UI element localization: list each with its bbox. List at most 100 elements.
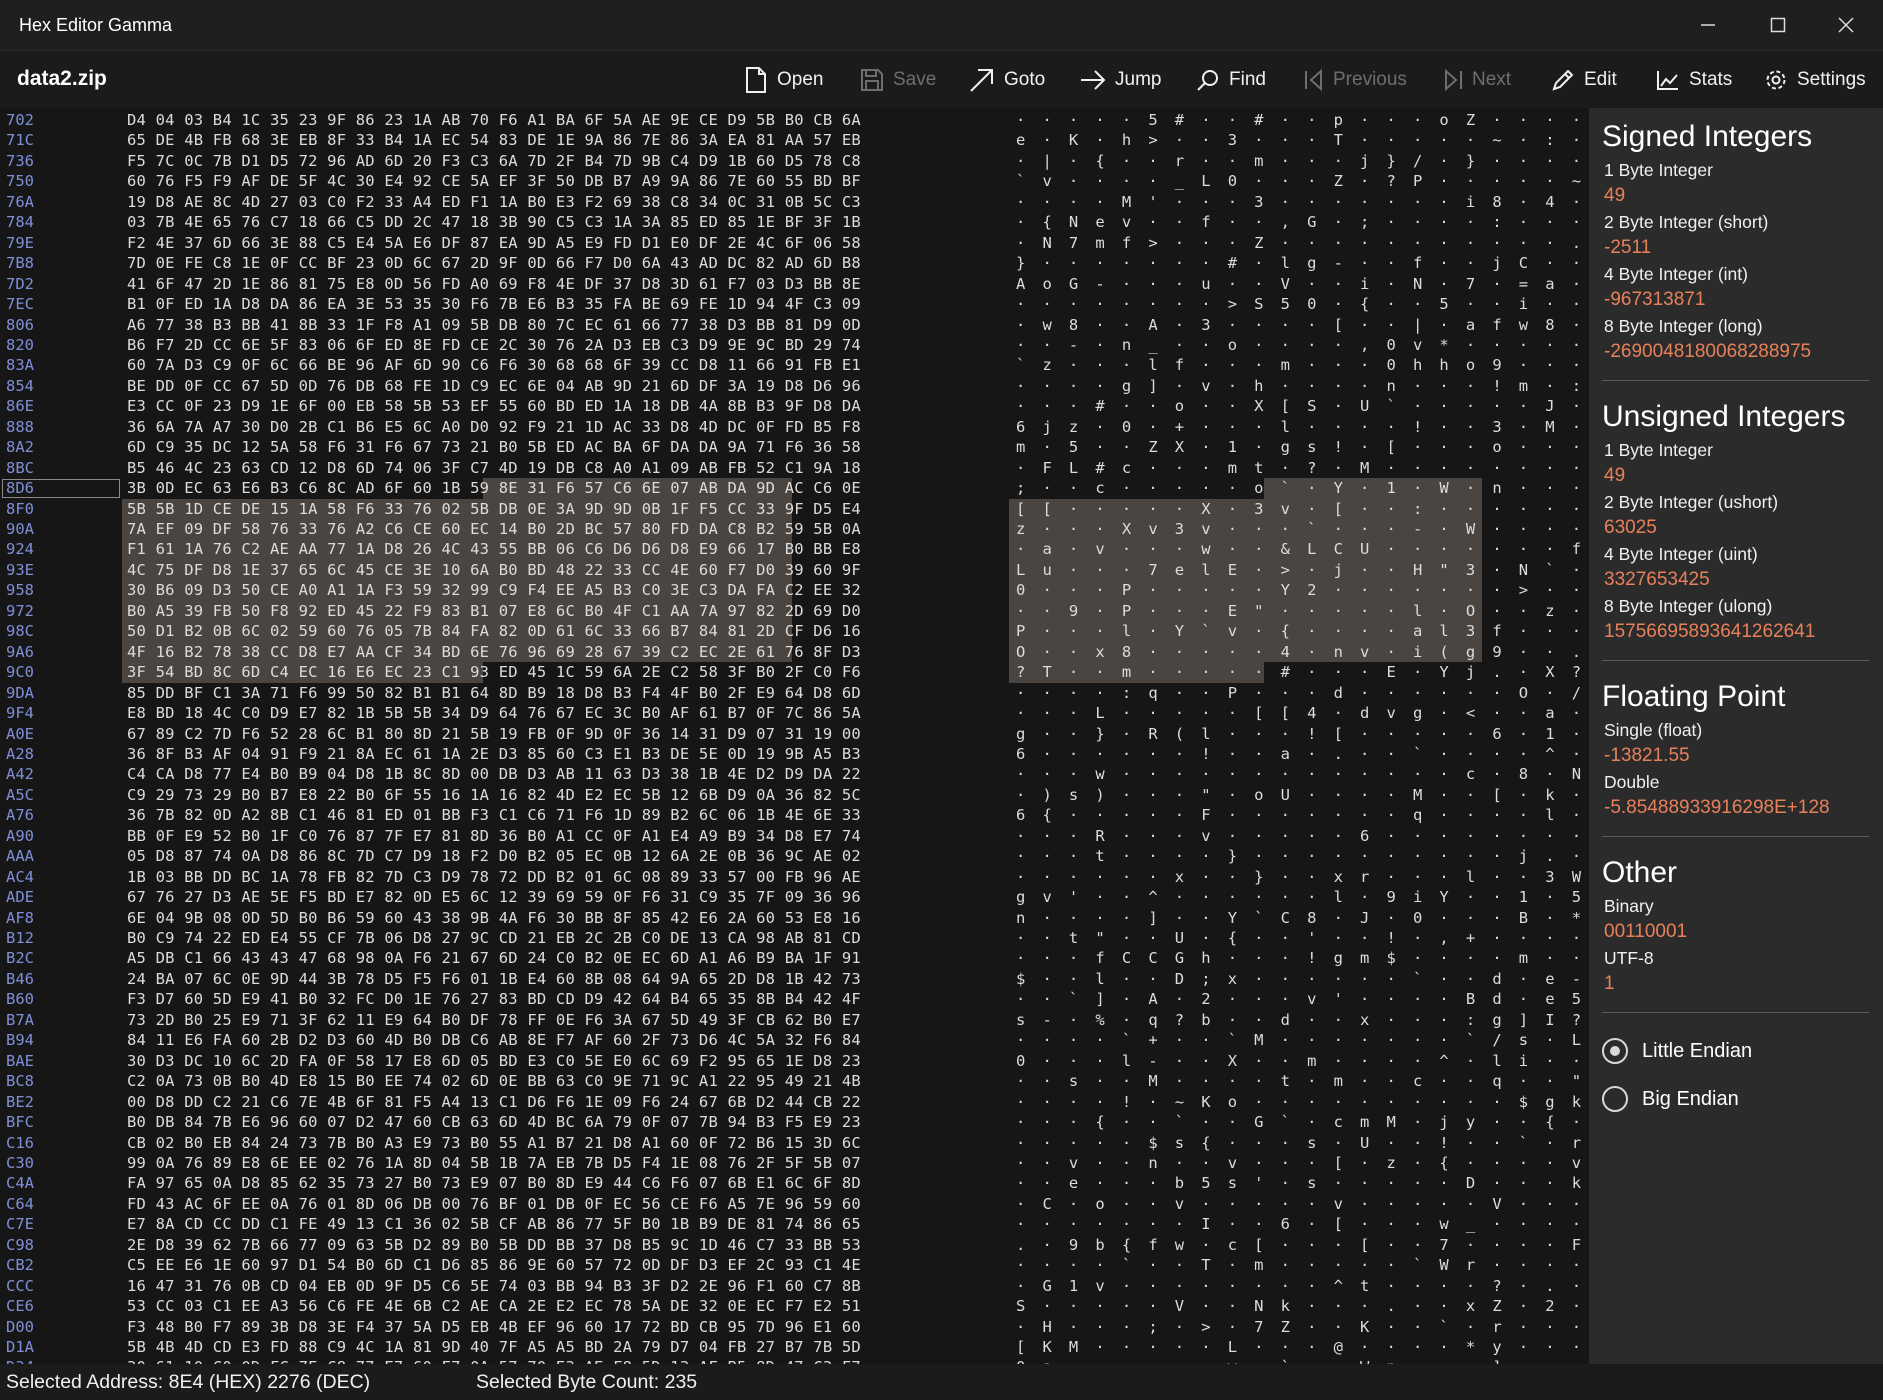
row-hex-bytes[interactable]: 4F 16 B2 78 38 CC D8 E7 AA CF 34 BD 6E 7… (127, 643, 861, 661)
row-ascii-text[interactable]: · · · · M ' · · · 3 · · · · · · · i 8 · … (1016, 193, 1589, 211)
row-ascii-text[interactable]: · · · f C C G h · · · ! g m $ · · · · m … (1016, 949, 1589, 967)
utf8-value[interactable]: 1 (1604, 973, 1615, 995)
next-button[interactable]: Next (1443, 64, 1511, 96)
row-hex-bytes[interactable]: 84 11 E6 FA 60 2B D2 D3 60 4D B0 DB C6 A… (127, 1031, 861, 1049)
jump-button[interactable]: Jump (1080, 64, 1161, 96)
hex-row[interactable]: CE6 53 CC 03 C1 EE A3 56 C6 FE 4E 6B C2 A… (0, 1296, 1589, 1317)
row-hex-bytes[interactable]: E3 CC 0F 23 D9 1E 6F 00 EB 58 5B 53 EF 5… (127, 397, 861, 415)
row-ascii-text[interactable]: s - · % · q ? b · · d · · x · · · : g ] … (1016, 1011, 1589, 1029)
hex-row[interactable]: A76 36 7B 82 0D A2 8B C1 46 81 ED 01 BB F… (0, 805, 1589, 826)
hex-row[interactable]: A0E 67 89 C2 7D F6 52 28 6C B1 80 8D 21 5… (0, 724, 1589, 745)
row-ascii-text[interactable]: [ K M · · · · · L · · · @ · · · · * y · … (1016, 1338, 1589, 1356)
hex-row[interactable]: 9F4 E8 BD 18 4C C0 D9 E7 82 1B 5B 5B 34 D… (0, 703, 1589, 724)
hex-row[interactable]: 806 A6 77 38 B3 BB 41 8B 33 1F F8 A1 09 5… (0, 315, 1589, 336)
row-ascii-text[interactable]: O · · x 8 · · · · · 4 · n v · i ( g 9 · … (1016, 643, 1589, 661)
hex-row[interactable]: 76A 19 D8 AE 8C 4D 27 03 C0 F2 33 A4 ED F… (0, 192, 1589, 213)
row-hex-bytes[interactable]: 1B 03 BB DD BC 1A 78 FB 82 7D C3 D9 78 7… (127, 868, 861, 886)
row-hex-bytes[interactable]: 36 7B 82 0D A2 8B C1 46 81 ED 01 BB F3 C… (127, 806, 861, 824)
row-hex-bytes[interactable]: 67 76 27 D3 AE 5E F5 BD E7 82 0D E5 6C 1… (127, 888, 861, 906)
hex-view-pane[interactable]: 702 D4 04 03 B4 1C 35 23 9F 86 23 1A AB 7… (0, 108, 1589, 1364)
hex-row[interactable]: 90A 7A EF 09 DF 58 76 33 76 A2 C6 CE 60 E… (0, 519, 1589, 540)
row-hex-bytes[interactable]: 6D C9 35 DC 12 5A 58 F6 31 F6 67 73 21 B… (127, 438, 861, 456)
row-ascii-text[interactable]: · w 8 · · A · 3 · · · · [ · · | · a f w … (1016, 316, 1589, 334)
hex-row[interactable]: C4A FA 97 65 0A D8 85 62 35 73 27 B0 73 E… (0, 1173, 1589, 1194)
hex-row[interactable]: 8A2 6D C9 35 DC 12 5A 58 F6 31 F6 67 73 2… (0, 437, 1589, 458)
row-ascii-text[interactable]: · N 7 m f > · · · Z · · · · · · · · · · … (1016, 234, 1589, 252)
row-hex-bytes[interactable]: 30 B6 09 D3 50 CE A0 A1 1A F3 59 32 99 C… (127, 581, 861, 599)
row-hex-bytes[interactable]: F3 D7 60 5D E9 41 B0 32 FC D0 1E 76 27 8… (127, 990, 861, 1008)
row-ascii-text[interactable]: · · · · ! · ~ K o · · · · · · · · · · $ … (1016, 1093, 1589, 1111)
row-ascii-text[interactable]: $ · · l · · D ; x · · · · · · ` · · d · … (1016, 970, 1589, 988)
stats-button[interactable]: Stats (1656, 64, 1732, 96)
hex-row[interactable]: AAA 05 D8 87 74 0A D8 86 8C 7D C7 D9 18 F… (0, 846, 1589, 867)
hex-row[interactable]: BE2 00 D8 DD C2 21 C6 7E 4B 6F 81 F5 A4 1… (0, 1092, 1589, 1113)
goto-button[interactable]: Goto (969, 64, 1045, 96)
row-hex-bytes[interactable]: 99 0A 76 89 E8 6E EE 02 76 1A 8D 04 5B 1… (127, 1154, 861, 1172)
hex-row[interactable]: A90 BB 0F E9 52 B0 1F C0 76 87 7F E7 81 8… (0, 826, 1589, 847)
row-hex-bytes[interactable]: B1 0F ED 1A D8 DA 86 EA 3E 53 35 30 F6 7… (127, 295, 861, 313)
row-hex-bytes[interactable]: C2 0A 73 0B B0 4D E8 15 B0 EE 74 02 6D 0… (127, 1072, 861, 1090)
row-hex-bytes[interactable]: BB 0F E9 52 B0 1F C0 76 87 7F E7 81 8D 3… (127, 827, 861, 845)
row-hex-bytes[interactable]: A5 DB C1 66 43 43 47 68 98 0A F6 21 67 6… (127, 949, 861, 967)
hex-row[interactable]: ADE 67 76 27 D3 AE 5E F5 BD E7 82 0D E5 6… (0, 887, 1589, 908)
hex-row[interactable]: 972 B0 A5 39 FB 50 F8 92 ED 45 22 F9 83 B… (0, 601, 1589, 622)
hex-row[interactable]: 9A6 4F 16 B2 78 38 CC D8 E7 AA CF 34 BD 6… (0, 642, 1589, 663)
row-ascii-text[interactable]: A o G - · · · u · · V · · i · N · 7 · = … (1016, 275, 1589, 293)
row-ascii-text[interactable]: · · - · n _ · · o · · · · , 0 v * · · · … (1016, 336, 1589, 354)
row-ascii-text[interactable]: e · K · h > · · 3 · · · T · · · · · ~ · … (1016, 131, 1589, 149)
hex-row[interactable]: B2C A5 DB C1 66 43 43 47 68 98 0A F6 21 6… (0, 948, 1589, 969)
row-hex-bytes[interactable]: 7D 0E FE C8 1E 0F CC BF 23 0D 6C 67 2D 9… (127, 254, 861, 272)
previous-button[interactable]: Previous (1304, 64, 1407, 96)
row-hex-bytes[interactable]: F1 61 1A 76 C2 AE AA 77 1A D8 26 4C 43 5… (127, 540, 861, 558)
row-ascii-text[interactable]: · · · · · · · · > S 5 0 · { · · 5 · · i … (1016, 295, 1589, 313)
row-hex-bytes[interactable]: 65 DE 4B FB 68 3E EB 8F 33 B4 1A EC 54 8… (127, 131, 861, 149)
hex-row[interactable]: 7B8 7D 0E FE C8 1E 0F CC BF 23 0D 6C 67 2… (0, 253, 1589, 274)
hex-row[interactable]: 7EC B1 0F ED 1A D8 DA 86 EA 3E 53 35 30 F… (0, 294, 1589, 315)
row-hex-bytes[interactable]: CB 02 B0 EB 84 24 73 7B B0 A3 E9 73 B0 5… (127, 1134, 861, 1152)
hex-row[interactable]: 71C 65 DE 4B FB 68 3E EB 8F 33 B4 1A EC 5… (0, 130, 1589, 151)
hex-row[interactable]: 9DA 85 DD BF C1 3A 71 F6 99 50 82 B1 B1 6… (0, 683, 1589, 704)
row-ascii-text[interactable]: · · s · · M · · · · t · m · · c · · q · … (1016, 1072, 1589, 1090)
row-hex-bytes[interactable]: B0 A5 39 FB 50 F8 92 ED 45 22 F9 83 B1 0… (127, 602, 861, 620)
row-hex-bytes[interactable]: 60 7A D3 C9 0F 6C 66 BE 96 AF 6D 90 C6 F… (127, 356, 861, 374)
row-hex-bytes[interactable]: B0 DB 84 7B E6 96 60 07 D2 47 60 CB 63 6… (127, 1113, 861, 1131)
hex-row[interactable]: 8F0 5B 5B 1D CE DE 15 1A 58 F6 33 76 02 5… (0, 499, 1589, 520)
row-hex-bytes[interactable]: 16 47 31 76 0B CD 04 EB 0D 9F D5 C6 5E 7… (127, 1277, 861, 1295)
row-hex-bytes[interactable]: D4 04 03 B4 1C 35 23 9F 86 23 1A AB 70 F… (127, 111, 861, 129)
unsigned-ulong-value[interactable]: 15756695893641262641 (1604, 621, 1815, 643)
row-hex-bytes[interactable]: C4 CA D8 77 E4 B0 B9 04 D8 1B 8C 8D 00 D… (127, 765, 861, 783)
hex-row[interactable]: D00 F3 48 B0 F7 89 3B D8 3E F4 37 5A D5 E… (0, 1317, 1589, 1338)
row-hex-bytes[interactable]: 6E 04 9B 08 0D 5D B0 B6 59 60 43 38 9B 4… (127, 909, 861, 927)
hex-row[interactable]: 820 B6 F7 2D CC 6E 5F 83 06 6F ED 8E FD C… (0, 335, 1589, 356)
row-ascii-text[interactable]: ; · · c · · · · · o ` · Y · 1 · W · n · … (1016, 479, 1589, 497)
row-ascii-text[interactable]: L u · · · 7 e l E · > · j · · H " 3 · N … (1016, 561, 1589, 579)
hex-row[interactable]: AC4 1B 03 BB DD BC 1A 78 FB 82 7D C3 D9 7… (0, 867, 1589, 888)
row-hex-bytes[interactable]: 4C 75 DF D8 1E 37 65 6C 45 CE 3E 10 6A B… (127, 561, 861, 579)
row-hex-bytes[interactable]: 73 2D B0 25 E9 71 3F 62 11 E9 64 B0 DF 7… (127, 1011, 861, 1029)
row-ascii-text[interactable]: 6 { · · · · · F · · · · · · · q · · · · … (1016, 806, 1589, 824)
row-hex-bytes[interactable]: 41 6F 47 2D 1E 86 81 75 E8 0D 56 FD A0 6… (127, 275, 861, 293)
row-hex-bytes[interactable]: A6 77 38 B3 BB 41 8B 33 1F F8 A1 09 5B D… (127, 316, 861, 334)
row-hex-bytes[interactable]: 00 D8 DD C2 21 C6 7E 4B 6F 81 F5 A4 13 C… (127, 1093, 861, 1111)
row-ascii-text[interactable]: 0 · · · l - · · X · · m · · · · ^ · l i … (1016, 1052, 1589, 1070)
hex-row[interactable]: 93E 4C 75 DF D8 1E 37 65 6C 45 CE 3E 10 6… (0, 560, 1589, 581)
row-ascii-text[interactable]: . · 9 b { f w · c [ · · · [ · · 7 · · · … (1016, 1236, 1589, 1254)
row-hex-bytes[interactable]: F5 7C 0C 7B D1 D5 72 96 AD 6D 20 F3 C3 6… (127, 152, 861, 170)
row-hex-bytes[interactable]: B0 C9 74 22 ED E4 55 CF 7B 06 D8 27 9C C… (127, 929, 861, 947)
hex-row[interactable]: 736 F5 7C 0C 7B D1 D5 72 96 AD 6D 20 F3 C… (0, 151, 1589, 172)
row-hex-bytes[interactable]: 50 D1 B2 0B 6C 02 59 60 76 05 7B 84 FA 8… (127, 622, 861, 640)
hex-row[interactable]: 98C 50 D1 B2 0B 6C 02 59 60 76 05 7B 84 F… (0, 621, 1589, 642)
hex-row[interactable]: 702 D4 04 03 B4 1C 35 23 9F 86 23 1A AB 7… (0, 110, 1589, 131)
row-ascii-text[interactable]: · · · · · · · I · · 6 · [ · · · w _ · · … (1016, 1215, 1589, 1233)
row-hex-bytes[interactable]: F3 48 B0 F7 89 3B D8 3E F4 37 5A D5 EB 4… (127, 1318, 861, 1336)
row-ascii-text[interactable]: · F L # c · · · m t · ? · M · · · · · · … (1016, 459, 1589, 477)
row-hex-bytes[interactable]: 03 7B 4E 65 76 C7 18 66 C5 DD 2C 47 18 3… (127, 213, 861, 231)
row-ascii-text[interactable]: · | · { · · r · · m · · · j } / · } · · … (1016, 152, 1589, 170)
row-ascii-text[interactable]: · · ` ] · A · 2 · · · v ' · · · · B d · … (1016, 990, 1589, 1008)
signed-long-value[interactable]: -2690048180068288975 (1604, 341, 1811, 363)
row-hex-bytes[interactable]: F2 4E 37 6D 66 3E 88 C5 E4 5A E6 DF 87 E… (127, 234, 861, 252)
hex-row[interactable]: C16 CB 02 B0 EB 84 24 73 7B B0 A3 E9 73 B… (0, 1133, 1589, 1154)
signed-byte-value[interactable]: 49 (1604, 185, 1625, 207)
big-endian-radio[interactable]: Big Endian (1602, 1086, 1739, 1112)
row-ascii-text[interactable]: · · · { · · ` · · G ` · c m M · j y · · … (1016, 1113, 1589, 1131)
